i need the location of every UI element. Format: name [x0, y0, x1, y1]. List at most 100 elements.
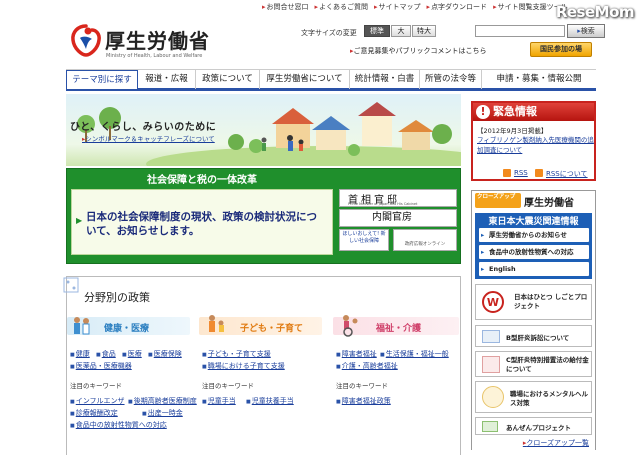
banner-hepatitis-b-text: B型肝炎訴訟について — [506, 334, 570, 342]
nav-item-press[interactable]: 報道・広報 — [138, 70, 196, 89]
symbol-mark-link[interactable]: シンボルマーク＆キャッチフレーズについて — [82, 133, 214, 143]
search-input[interactable] — [475, 25, 565, 37]
policy-link-workplace-childcare[interactable]: 職場における子育て支援 — [202, 361, 285, 371]
mhlw-logo-icon[interactable] — [68, 22, 104, 58]
policy-link-medical-insurance[interactable]: 医療保険 — [148, 349, 182, 359]
closeup-header: クローズアップ 厚生労働省 — [472, 191, 595, 211]
nav-item-policy[interactable]: 政策について — [196, 70, 260, 89]
mhlw-homepage: お問合せ窓口 よくあるご質問 サイトマップ 点字ダウンロード サイト閲覧支援ツー… — [0, 0, 640, 455]
policy-link-medical[interactable]: 医療 — [122, 349, 142, 359]
quake-link-notices[interactable]: 厚生労働省からのお知らせ — [479, 228, 589, 242]
nav-item-laws[interactable]: 所管の法令等 — [420, 70, 482, 89]
rss-icon — [503, 169, 511, 177]
svg-text:W: W — [487, 296, 499, 309]
main-nav: テーマ別に探す 報道・広報 政策について 厚生労働省について 統計情報・白書 所… — [66, 69, 596, 91]
keyword-disability-policy[interactable]: 障害者福祉政策 — [336, 396, 391, 406]
category-welfare-label[interactable]: 福祉・介護 — [376, 321, 421, 334]
resemom-watermark: ReseMom — [555, 3, 635, 21]
welfare-wheelchair-icon — [343, 315, 358, 337]
category-children-label[interactable]: 子ども・子育て — [240, 321, 303, 334]
keyword-fee-revision[interactable]: 診療報酬改定 — [70, 408, 118, 418]
public-comment-link[interactable]: ご意見募集やパブリックコメントはこちら — [350, 46, 487, 56]
new-social-security-banner[interactable]: ほしいおしえて! 新しい社会保障 — [339, 229, 389, 251]
nav-item-about[interactable]: 厚生労働省について — [260, 70, 350, 89]
font-size-large-button[interactable]: 大 — [391, 25, 411, 37]
font-size-label: 文字サイズの変更 — [301, 29, 357, 37]
citizen-participation-button[interactable]: 国民参加の場 — [530, 42, 592, 57]
policy-link-health[interactable]: 健康 — [70, 349, 90, 359]
section-deco-icon — [63, 277, 79, 293]
banner-japan-one-text: 日本はひとつ しごとプロジェクト — [514, 293, 588, 310]
policy-link-childcare-support[interactable]: 子ども・子育て支援 — [202, 349, 271, 359]
emergency-date: 【2012年9月3日掲載】 — [477, 127, 548, 135]
keyword-label-children: 注目のキーワード — [202, 382, 254, 390]
policy-section-title: 分野別の政策 — [84, 291, 150, 304]
hero-slogan: ひと、くらし、みらいのために — [70, 122, 217, 133]
top-link-contact[interactable]: お問合せ窓口 — [262, 2, 309, 14]
banner-title: 社会保障と税の一体改革 — [147, 175, 257, 186]
japan-one-logo-icon: W — [482, 291, 504, 313]
health-people-icon — [74, 317, 90, 335]
closeup-panel: クローズアップ 厚生労働省 東日本大震災関連情報 厚生労働省からのお知らせ 食品… — [471, 190, 596, 450]
font-size-xlarge-button[interactable]: 特大 — [412, 25, 436, 37]
policy-link-elderly-care[interactable]: 介護・高齢者福祉 — [336, 361, 398, 371]
heart-mind-icon — [482, 386, 504, 408]
safety-icon — [482, 421, 498, 432]
quake-link-food-radiation[interactable]: 食品中の放射性物質への対応 — [479, 245, 589, 259]
banner-inner-panel[interactable]: ▶ 日本の社会保障制度の現状、政策の検討状況について、お知らせします。 — [71, 189, 333, 255]
closeup-title: 厚生労働省 — [524, 198, 574, 209]
earthquake-info-box: 東日本大震災関連情報 厚生労働省からのお知らせ 食品中の放射性物質への対応 En… — [475, 213, 592, 279]
logo-text[interactable]: 厚生労働省 — [105, 25, 210, 54]
nav-item-statistics[interactable]: 統計情報・白書 — [350, 70, 420, 89]
quake-link-english[interactable]: English — [479, 262, 589, 276]
nav-item-applications[interactable]: 申請・募集・情報公開 — [482, 70, 596, 89]
policy-link-livelihood[interactable]: 生活保護・福祉一般 — [380, 349, 449, 359]
cabinet-secretariat-banner[interactable]: 内閣官房 — [339, 209, 457, 227]
closeup-more-link[interactable]: クローズアップ一覧 — [472, 436, 595, 450]
social-security-banner[interactable]: 社会保障と税の一体改革 ▶ 日本の社会保障制度の現状、政策の検討状況について、お… — [66, 168, 461, 264]
banner-safety-text: あんぜんプロジェクト — [506, 424, 571, 432]
top-link-faq[interactable]: よくあるご質問 — [315, 2, 368, 14]
emergency-header: ! 緊急情報 — [473, 103, 594, 121]
banner-japan-one-project[interactable]: W 日本はひとつ しごとプロジェクト — [475, 284, 592, 320]
banner-hepatitis-c-text: C型肝炎特別措置法の給付金について — [506, 356, 589, 373]
kantei-banner[interactable]: 首相官邸 Prime Minister of Japan and His Cab… — [339, 189, 457, 207]
benefit-icon — [482, 356, 500, 373]
closeup-label: クローズアップ — [475, 193, 521, 208]
policy-link-pharma[interactable]: 医薬品・医療機器 — [70, 361, 132, 371]
top-utility-links: お問合せ窓口 よくあるご質問 サイトマップ 点字ダウンロード サイト閲覧支援ツー… — [262, 2, 568, 14]
emergency-info-box: ! 緊急情報 【2012年9月3日掲載】 フィブリノゲン製剤納入先医療機関の追加… — [471, 101, 596, 181]
banner-mental-health[interactable]: 職場におけるメンタルヘルス対策 — [475, 381, 592, 413]
keyword-child-support-allowance[interactable]: 児童扶養手当 — [246, 396, 294, 406]
keyword-food-radiation[interactable]: 食品中の放射性物質への対応 — [70, 420, 167, 430]
keyword-late-elderly[interactable]: 後期高齢者医療制度 — [128, 396, 197, 406]
keyword-childbirth[interactable]: 出産一時金 — [142, 408, 183, 418]
keyword-child-allowance[interactable]: 児童手当 — [202, 396, 236, 406]
search-button[interactable]: ▸検索 — [567, 24, 605, 38]
emergency-link[interactable]: フィブリノゲン製剤納入先医療機関の追加調査について — [477, 135, 595, 155]
rss-info-icon — [535, 169, 543, 177]
category-health-label[interactable]: 健康・医療 — [104, 321, 149, 334]
government-pr-banner[interactable]: 政府広報オンライン — [393, 229, 457, 251]
policy-link-disability[interactable]: 障害者福祉 — [336, 349, 377, 359]
top-link-braille[interactable]: 点字ダウンロード — [427, 2, 487, 14]
banner-safety-project[interactable]: あんぜんプロジェクト — [475, 417, 592, 435]
emergency-title: 緊急情報 — [493, 105, 537, 118]
banner-text: 日本の社会保障制度の現状、政策の検討状況について、お知らせします。 — [86, 211, 317, 237]
alert-icon: ! — [476, 105, 490, 119]
policy-link-food[interactable]: 食品 — [96, 349, 116, 359]
rss-link[interactable]: RSS — [514, 169, 528, 177]
font-size-standard-button[interactable]: 標準 — [364, 25, 390, 37]
top-link-sitemap[interactable]: サイトマップ — [374, 2, 421, 14]
rss-about-link[interactable]: RSSについて — [546, 169, 588, 179]
arrow-right-icon: ▶ — [76, 216, 83, 225]
keyword-label-health: 注目のキーワード — [70, 382, 122, 390]
search-button-label: 検索 — [580, 27, 595, 35]
banner-mental-health-text: 職場におけるメンタルヘルス対策 — [510, 390, 588, 407]
nav-item-theme[interactable]: テーマ別に探す — [66, 70, 138, 89]
kantei-subtitle: Prime Minister of Japan and His Cabinet — [348, 202, 418, 206]
earthquake-title: 東日本大震災関連情報 — [488, 217, 579, 227]
banner-hepatitis-c[interactable]: C型肝炎特別措置法の給付金について — [475, 351, 592, 377]
keyword-influenza[interactable]: インフルエンザ — [70, 396, 125, 406]
banner-hepatitis-b[interactable]: B型肝炎訴訟について — [475, 325, 592, 347]
